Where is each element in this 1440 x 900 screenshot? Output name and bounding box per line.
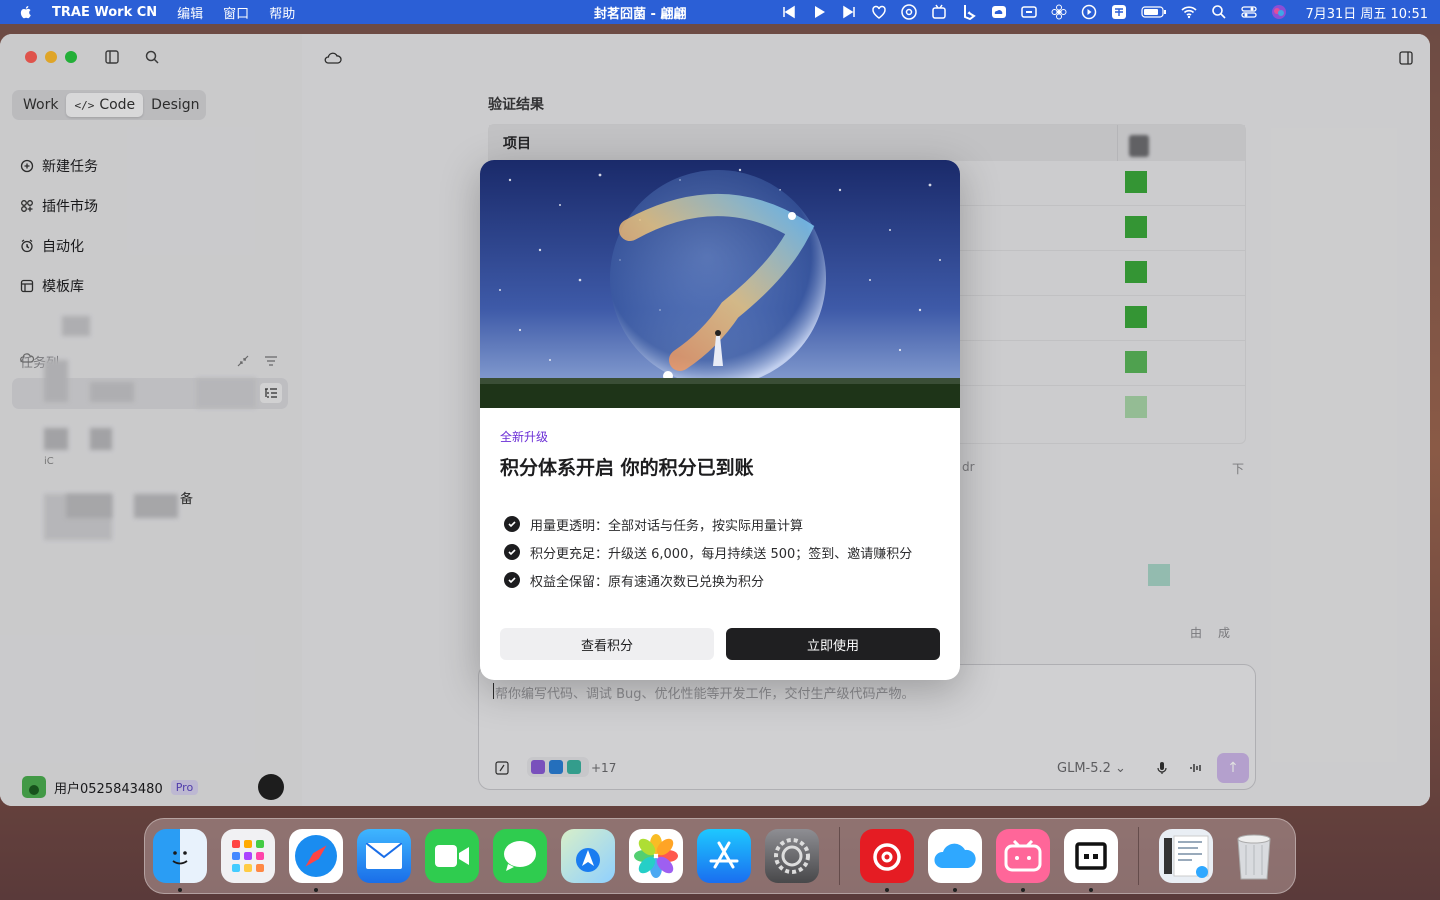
preview-documents-icon[interactable] — [1159, 829, 1213, 883]
check-icon — [504, 572, 520, 588]
flower-icon[interactable] — [1051, 4, 1067, 20]
wifi-icon[interactable] — [1181, 4, 1198, 20]
feature-item: 积分更充足：升级送 6,000，每月持续送 500；签到、邀请赚积分 — [504, 538, 940, 566]
upgrade-modal: 全新升级 积分体系开启 你的积分已到账 用量更透明：全部对话与任务，按实际用量计… — [480, 160, 960, 680]
system-settings-icon[interactable] — [765, 829, 819, 883]
menu-help[interactable]: 帮助 — [269, 3, 295, 22]
trash-icon[interactable] — [1227, 829, 1281, 883]
trae-app-icon[interactable] — [1064, 829, 1118, 892]
modal-body: 全新升级 积分体系开启 你的积分已到账 用量更透明：全部对话与任务，按实际用量计… — [480, 408, 960, 594]
bilibili-tv-icon[interactable] — [931, 4, 947, 20]
feature-text: 用量更透明：全部对话与任务，按实际用量计算 — [530, 518, 804, 534]
play-icon[interactable] — [811, 4, 827, 20]
menu-edit[interactable]: 编辑 — [177, 3, 203, 22]
siri-icon[interactable] — [1271, 4, 1287, 20]
app-store-icon[interactable] — [697, 829, 751, 883]
modal-title: 积分体系开启 你的积分已到账 — [500, 457, 754, 479]
baidu-netdisk-icon[interactable] — [928, 829, 982, 892]
hero-illustration — [480, 160, 960, 408]
launchpad-icon[interactable] — [221, 829, 275, 883]
screen-record-icon[interactable] — [1021, 4, 1038, 20]
facetime-icon[interactable] — [425, 829, 479, 883]
feature-text: 权益全保留：原有速通次数已兑换为积分 — [530, 574, 765, 590]
check-icon — [504, 516, 520, 532]
finder-icon[interactable] — [153, 829, 207, 892]
modal-eyebrow: 全新升级 — [500, 430, 549, 444]
use-now-button[interactable]: 立即使用 — [726, 628, 940, 660]
view-points-button[interactable]: 查看积分 — [500, 628, 714, 660]
bilibili-app-icon[interactable] — [996, 829, 1050, 892]
mail-icon[interactable] — [357, 829, 411, 883]
feature-list: 用量更透明：全部对话与任务，按实际用量计算 积分更充足：升级送 6,000，每月… — [500, 510, 940, 594]
play-circle-icon[interactable] — [1081, 4, 1097, 20]
feature-text: 积分更充足：升级送 6,000，每月持续送 500；签到、邀请赚积分 — [530, 546, 913, 562]
messages-icon[interactable] — [493, 829, 547, 883]
feature-item: 用量更透明：全部对话与任务，按实际用量计算 — [504, 510, 940, 538]
dock — [144, 818, 1296, 894]
bing-icon[interactable] — [961, 4, 977, 20]
control-center-icon[interactable] — [1241, 4, 1258, 20]
status-icons: 7月31日 周五 10:51 — [781, 0, 1440, 24]
heart-icon[interactable] — [871, 4, 887, 20]
dock-separator — [1138, 827, 1139, 885]
menu-window[interactable]: 窗口 — [223, 3, 249, 22]
dock-separator — [839, 827, 840, 885]
modal-actions: 查看积分 立即使用 — [500, 628, 940, 660]
cloud-drive-icon[interactable] — [991, 4, 1007, 20]
maps-icon[interactable] — [561, 829, 615, 883]
netease-music-icon[interactable] — [901, 4, 918, 20]
apple-icon[interactable] — [18, 4, 34, 20]
app-name-menu[interactable]: TRAE Work CN — [52, 5, 157, 20]
safari-icon[interactable] — [289, 829, 343, 892]
feature-item: 权益全保留：原有速通次数已兑换为积分 — [504, 566, 940, 594]
now-playing-title[interactable]: 封茗囧菌 - 翩翩 — [594, 3, 686, 22]
previous-track-icon[interactable] — [781, 4, 797, 20]
netease-music-app-icon[interactable] — [860, 829, 914, 892]
next-track-icon[interactable] — [841, 4, 857, 20]
battery-icon — [1141, 4, 1167, 20]
input-method-icon[interactable] — [1111, 4, 1127, 20]
check-icon — [504, 544, 520, 560]
menubar-clock[interactable]: 7月31日 周五 10:51 — [1305, 3, 1428, 22]
photos-icon[interactable] — [629, 829, 683, 883]
menubar: TRAE Work CN 编辑 窗口 帮助 封茗囧菌 - 翩翩 7月31日 周五… — [0, 0, 1440, 24]
spotlight-search-icon[interactable] — [1211, 4, 1227, 20]
